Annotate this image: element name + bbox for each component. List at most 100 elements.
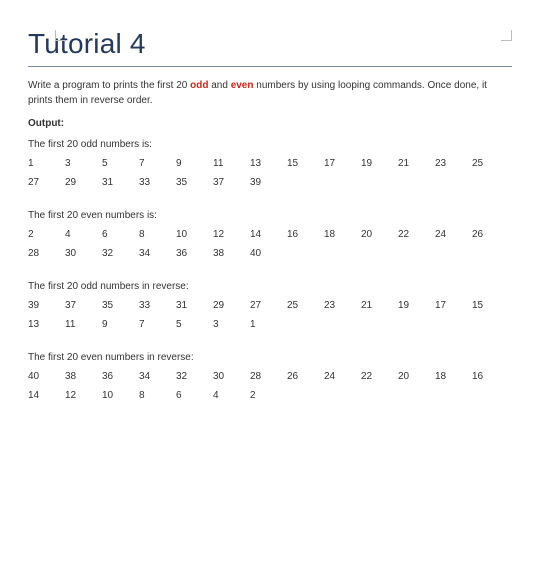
number-cell: 29: [213, 300, 250, 311]
keyword-odd: odd: [190, 80, 208, 91]
number-cell: 1: [250, 319, 287, 330]
number-cell: 22: [398, 229, 435, 240]
number-cell: 28: [28, 248, 65, 259]
number-cell: 23: [324, 300, 361, 311]
number-row: 131197531: [28, 319, 512, 330]
number-cell: 15: [472, 300, 509, 311]
number-cell: 27: [250, 300, 287, 311]
number-cell: 30: [213, 371, 250, 382]
section-title: The first 20 odd numbers in reverse:: [28, 281, 512, 292]
number-cell: 22: [361, 371, 398, 382]
number-cell: 36: [102, 371, 139, 382]
number-cell: 26: [472, 229, 509, 240]
number-cell: 5: [102, 158, 139, 169]
page-title: Tutorial 4: [28, 28, 512, 60]
section-title: The first 20 odd numbers is:: [28, 139, 512, 150]
number-cell: 34: [139, 371, 176, 382]
number-cell: 39: [250, 177, 287, 188]
number-cell: 3: [65, 158, 102, 169]
number-cell: 14: [28, 390, 65, 401]
number-cell: 36: [176, 248, 213, 259]
number-cell: 7: [139, 158, 176, 169]
number-cell: 37: [213, 177, 250, 188]
number-cell: 34: [139, 248, 176, 259]
number-cell: 11: [65, 319, 102, 330]
number-cell: 9: [176, 158, 213, 169]
number-cell: 1: [28, 158, 65, 169]
number-grid: 39373533312927252321191715131197531: [28, 300, 512, 330]
number-cell: 8: [139, 229, 176, 240]
number-cell: 10: [102, 390, 139, 401]
number-cell: 30: [65, 248, 102, 259]
number-cell: 19: [361, 158, 398, 169]
output-label: Output:: [28, 118, 512, 129]
number-cell: 9: [102, 319, 139, 330]
crop-mark-tl: [55, 30, 66, 41]
number-row: 2468101214161820222426: [28, 229, 512, 240]
section-title: The first 20 even numbers in reverse:: [28, 352, 512, 363]
number-cell: 33: [139, 177, 176, 188]
number-cell: 21: [361, 300, 398, 311]
number-cell: 8: [139, 390, 176, 401]
number-row: 27293133353739: [28, 177, 512, 188]
number-cell: 28: [250, 371, 287, 382]
number-grid: 246810121416182022242628303234363840: [28, 229, 512, 259]
number-cell: 40: [250, 248, 287, 259]
number-grid: 403836343230282624222018161412108642: [28, 371, 512, 401]
number-row: 40383634323028262422201816: [28, 371, 512, 382]
number-cell: 21: [398, 158, 435, 169]
number-cell: 38: [65, 371, 102, 382]
number-cell: 17: [324, 158, 361, 169]
output-section: The first 20 even numbers in reverse:403…: [28, 352, 512, 401]
output-section: The first 20 odd numbers in reverse:3937…: [28, 281, 512, 330]
number-cell: 31: [176, 300, 213, 311]
number-cell: 24: [324, 371, 361, 382]
number-cell: 18: [324, 229, 361, 240]
number-cell: 26: [287, 371, 324, 382]
number-cell: 11: [213, 158, 250, 169]
number-cell: 4: [65, 229, 102, 240]
number-row: 1412108642: [28, 390, 512, 401]
number-cell: 25: [287, 300, 324, 311]
number-cell: 39: [28, 300, 65, 311]
number-cell: 27: [28, 177, 65, 188]
number-row: 28303234363840: [28, 248, 512, 259]
number-cell: 10: [176, 229, 213, 240]
number-cell: 12: [213, 229, 250, 240]
number-cell: 38: [213, 248, 250, 259]
number-cell: 6: [102, 229, 139, 240]
number-cell: 17: [435, 300, 472, 311]
number-cell: 40: [28, 371, 65, 382]
number-cell: 16: [472, 371, 509, 382]
number-cell: 16: [287, 229, 324, 240]
number-cell: 3: [213, 319, 250, 330]
number-grid: 13579111315171921232527293133353739: [28, 158, 512, 188]
number-cell: 18: [435, 371, 472, 382]
number-cell: 20: [361, 229, 398, 240]
intro-part-1: Write a program to prints the first 20: [28, 80, 190, 91]
number-cell: 2: [28, 229, 65, 240]
title-rule: [28, 66, 512, 67]
number-cell: 15: [287, 158, 324, 169]
number-cell: 33: [139, 300, 176, 311]
number-cell: 35: [176, 177, 213, 188]
number-cell: 13: [28, 319, 65, 330]
number-cell: 37: [65, 300, 102, 311]
number-cell: 19: [398, 300, 435, 311]
number-cell: 25: [472, 158, 509, 169]
number-cell: 23: [435, 158, 472, 169]
number-cell: 12: [65, 390, 102, 401]
number-cell: 7: [139, 319, 176, 330]
number-cell: 32: [102, 248, 139, 259]
number-row: 135791113151719212325: [28, 158, 512, 169]
output-section: The first 20 even numbers is:24681012141…: [28, 210, 512, 259]
number-cell: 20: [398, 371, 435, 382]
number-row: 39373533312927252321191715: [28, 300, 512, 311]
number-cell: 29: [65, 177, 102, 188]
number-cell: 2: [250, 390, 287, 401]
number-cell: 35: [102, 300, 139, 311]
number-cell: 31: [102, 177, 139, 188]
number-cell: 4: [213, 390, 250, 401]
number-cell: 24: [435, 229, 472, 240]
number-cell: 13: [250, 158, 287, 169]
